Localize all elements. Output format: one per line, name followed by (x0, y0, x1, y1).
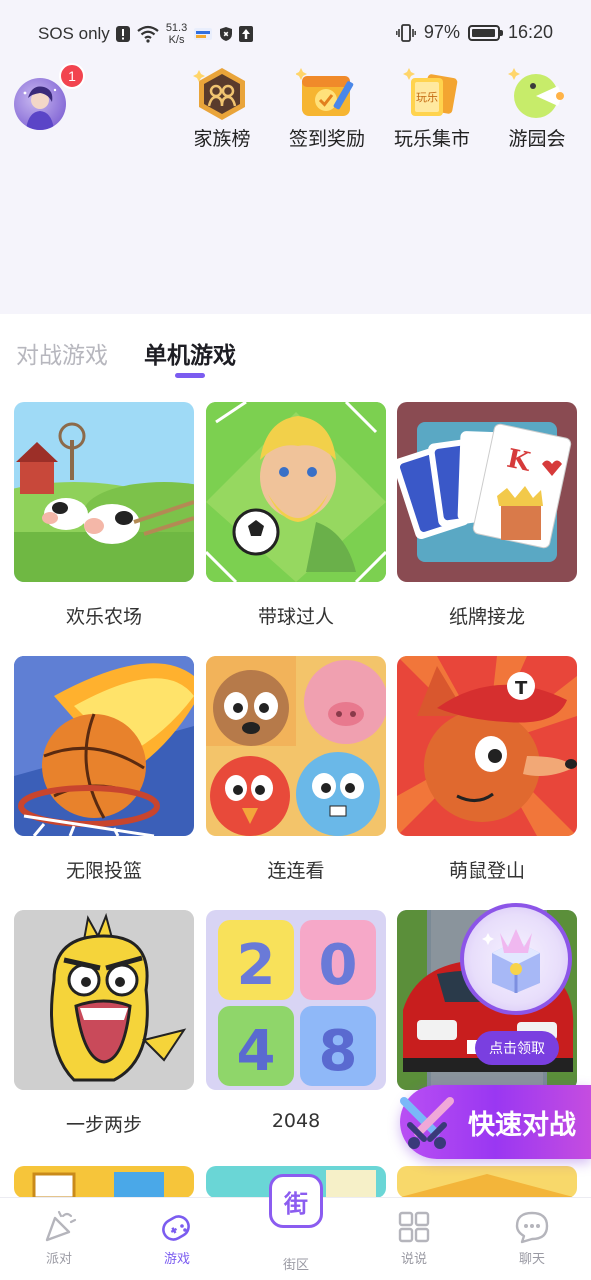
bottom-nav: 派对 游戏 街 街区 说说 聊天 (0, 1174, 591, 1280)
chat-icon (515, 1211, 549, 1244)
game-card-dribble[interactable]: 带球过人 (206, 402, 386, 629)
nav-label: 聊天 (518, 1252, 545, 1267)
clock: 16:20 (507, 22, 553, 42)
nav-party[interactable]: 派对 (19, 1210, 99, 1267)
posts-grid-icon (398, 1211, 430, 1243)
game-card-solitaire[interactable]: K 纸牌接龙 (397, 402, 577, 629)
game-card-partial[interactable] (14, 1166, 194, 1198)
svg-text:T: T (515, 678, 528, 699)
game-name: 萌鼠登山 (448, 860, 525, 882)
game-thumbnail (397, 1166, 577, 1198)
tile-digit: 4 (237, 1019, 276, 1084)
game-thumbnail (14, 1166, 194, 1198)
game-card-happy-farm[interactable]: 欢乐农场 (14, 402, 194, 629)
claim-reward-button[interactable]: 点击领取 (475, 1031, 559, 1065)
alert-icon (115, 26, 130, 42)
fun-market-icon: 玩乐 (401, 66, 463, 122)
game-card-step-by-step[interactable]: 一步两步 (14, 910, 194, 1137)
avatar[interactable] (14, 78, 66, 130)
game-thumbnail (14, 656, 194, 836)
entry-label: 签到奖励 (288, 128, 365, 150)
gamepad-icon (162, 1215, 190, 1241)
nav-street[interactable]: 街 (269, 1174, 323, 1228)
wifi-icon (136, 25, 160, 43)
entry-family-rank[interactable]: 家族榜 (172, 66, 272, 156)
vibrate-icon (396, 23, 416, 42)
party-icon (45, 1210, 77, 1242)
game-thumbnail: 2048 (206, 910, 386, 1090)
upload-icon (239, 26, 254, 42)
nav-chat[interactable]: 聊天 (492, 1210, 572, 1267)
battery-percent: 97% (423, 22, 460, 42)
entry-checkin-reward[interactable]: 签到奖励 (277, 66, 377, 156)
net-speed-value: 51.3 (165, 22, 188, 34)
treasure-chest-float[interactable] (460, 903, 572, 1015)
quick-battle-label: 快速对战 (468, 1110, 576, 1141)
nav-label: 游戏 (163, 1252, 190, 1267)
entry-label: 游园会 (508, 128, 566, 150)
header-area: 1 家族榜 签到奖励 玩乐 玩乐集市 游园会 (0, 63, 591, 314)
tile-digit: 8 (319, 1019, 358, 1084)
notification-badge: 1 (59, 63, 85, 89)
net-speed-unit: K/s (168, 34, 185, 46)
game-tabs: 对战游戏 单机游戏 (0, 314, 591, 384)
game-name: 一步两步 (65, 1114, 142, 1136)
nav-label: 说说 (400, 1252, 427, 1267)
game-thumbnail: T (397, 656, 577, 836)
game-name: 2048 (271, 1110, 321, 1132)
game-name: 带球过人 (257, 606, 334, 628)
crossed-swords-icon (400, 1097, 454, 1149)
entry-label: 玩乐集市 (393, 128, 470, 150)
game-card-2048[interactable]: 2048 2048 (206, 910, 386, 1132)
app-notification-icon (193, 26, 213, 42)
tab-indicator (175, 373, 205, 378)
game-name: 欢乐农场 (65, 606, 142, 628)
checkin-reward-icon (296, 66, 358, 122)
game-name: 纸牌接龙 (448, 606, 525, 628)
game-card-link-match[interactable]: 连连看 (206, 656, 386, 883)
nav-label: 街区 (282, 1258, 309, 1273)
status-right: 97% 16:20 (396, 22, 553, 43)
game-name: 连连看 (267, 860, 325, 882)
treasure-chest-icon (482, 929, 540, 993)
tab-single-games[interactable]: 单机游戏 (144, 336, 236, 370)
nav-posts[interactable]: 说说 (374, 1210, 454, 1267)
shield-icon (219, 26, 233, 42)
nav-label: 派对 (45, 1252, 72, 1267)
carnival-icon (506, 66, 568, 122)
tab-battle-games[interactable]: 对战游戏 (16, 336, 108, 370)
game-thumbnail (14, 910, 194, 1090)
tile-digit: 2 (237, 933, 276, 998)
battery-icon (467, 24, 503, 41)
status-bar: SOS only 51.3 K/s 97% 16:20 (0, 0, 591, 66)
nav-games[interactable]: 游戏 (137, 1210, 217, 1267)
battery-fill (471, 28, 496, 37)
carrier-text: SOS only (38, 24, 110, 43)
family-rank-icon (191, 66, 253, 122)
tile-digit: 0 (319, 933, 358, 998)
game-card-basketball[interactable]: 无限投篮 (14, 656, 194, 883)
game-card-partial[interactable] (397, 1166, 577, 1198)
market-tile-text: 玩乐 (416, 91, 438, 104)
entry-carnival[interactable]: 游园会 (487, 66, 587, 156)
entry-label: 家族榜 (193, 128, 251, 150)
game-thumbnail (14, 402, 194, 582)
entry-fun-market[interactable]: 玩乐 玩乐集市 (382, 66, 482, 156)
game-card-mouse-climb[interactable]: T 萌鼠登山 (397, 656, 577, 883)
game-thumbnail: K (397, 402, 577, 582)
game-thumbnail (206, 402, 386, 582)
status-left: SOS only 51.3 K/s (38, 22, 254, 46)
net-speed: 51.3 K/s (166, 22, 187, 46)
game-thumbnail (206, 656, 386, 836)
game-name: 无限投篮 (65, 860, 142, 882)
street-icon: 街 (284, 1189, 308, 1218)
quick-battle-button[interactable]: 快速对战 (400, 1085, 591, 1159)
